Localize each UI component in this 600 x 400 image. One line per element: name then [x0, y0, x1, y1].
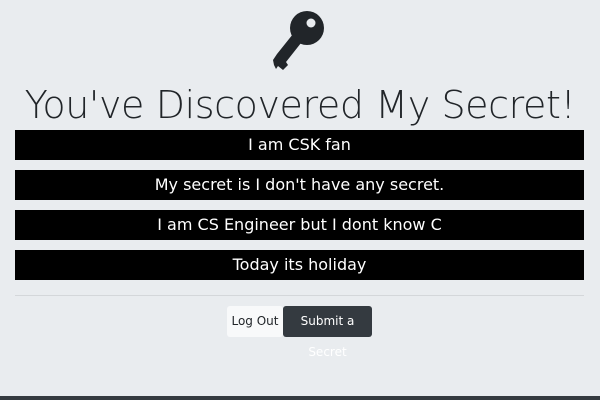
secret-item: Today its holiday [15, 250, 584, 280]
secret-item: My secret is I don't have any secret. [15, 170, 584, 200]
key-icon [273, 11, 324, 70]
secret-item: I am CSK fan [15, 130, 584, 160]
bottom-bar [0, 396, 600, 400]
secrets-list: I am CSK fan My secret is I don't have a… [15, 130, 584, 290]
secrets-page: You've Discovered My Secret! I am CSK fa… [0, 0, 600, 400]
logout-button[interactable]: Log Out [227, 306, 283, 337]
secret-item: I am CS Engineer but I dont know C [15, 210, 584, 240]
divider [15, 295, 584, 296]
submit-secret-button[interactable]: Submit a Secret [283, 306, 372, 359]
page-title: You've Discovered My Secret! [24, 83, 576, 127]
